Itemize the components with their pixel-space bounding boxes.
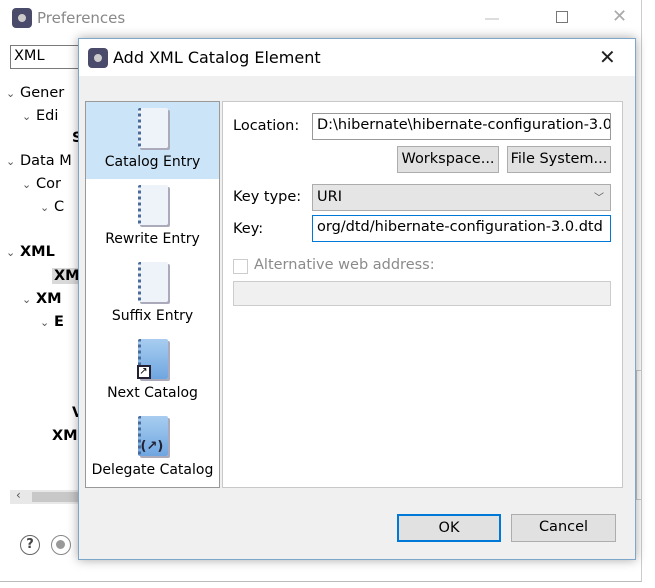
tree-item-label: XM: [36, 291, 62, 307]
tree-item-label: Edi: [36, 108, 59, 124]
chevron-down-icon[interactable]: ⌄: [40, 316, 54, 329]
next-catalog-icon: ↗: [136, 339, 168, 379]
tree-item-label: Data M: [20, 153, 72, 169]
key-type-value: URI: [317, 189, 342, 205]
entry-type-label: Next Catalog: [107, 385, 198, 401]
close-button[interactable]: ✕: [612, 6, 627, 27]
key-type-label: Key type:: [233, 189, 302, 205]
tree-item[interactable]: ⌄ E: [40, 314, 64, 330]
dialog-close-button[interactable]: ✕: [599, 45, 616, 69]
record-icon[interactable]: [51, 535, 71, 555]
chevron-down-icon[interactable]: ⌄: [6, 87, 20, 100]
maximize-button[interactable]: [556, 11, 568, 23]
key-value: org/dtd/hibernate-configuration-3.0.dtd: [317, 219, 603, 235]
catalog-entry-icon: [137, 108, 168, 148]
entry-type-rewrite-entry[interactable]: Rewrite Entry: [86, 179, 219, 256]
tree-item-label: C: [54, 199, 65, 215]
entry-type-suffix-entry[interactable]: Suffix Entry: [86, 256, 219, 333]
alt-web-input[interactable]: [233, 281, 611, 306]
entry-form-panel: Location: D:\hibernate\hibernate-configu…: [222, 101, 623, 488]
entry-type-catalog-entry[interactable]: Catalog Entry: [86, 102, 219, 179]
cancel-button[interactable]: Cancel: [511, 514, 616, 542]
chevron-down-icon[interactable]: ⌄: [6, 246, 20, 259]
tree-item[interactable]: ⌄ Cor: [22, 176, 61, 192]
tree-item[interactable]: ⌄ XML: [6, 244, 55, 260]
tree-item[interactable]: ⌄ Gener: [6, 85, 64, 101]
entry-type-label: Suffix Entry: [111, 308, 194, 324]
chevron-down-icon[interactable]: ⌄: [6, 155, 20, 168]
file-system-button[interactable]: File System...: [507, 146, 611, 173]
entry-type-delegate-catalog[interactable]: (↗) Delegate Catalog: [86, 410, 219, 487]
suffix-entry-icon: [137, 262, 168, 302]
tree-item[interactable]: ⌄ XM: [22, 291, 62, 307]
entry-type-label: Rewrite Entry: [105, 231, 200, 247]
chevron-down-icon[interactable]: ⌄: [22, 293, 36, 306]
help-icon[interactable]: ?: [20, 535, 40, 555]
delegate-catalog-icon: (↗): [137, 416, 168, 456]
location-label: Location:: [233, 118, 300, 134]
key-label: Key:: [233, 221, 264, 237]
eclipse-logo-icon: [88, 48, 108, 68]
entry-type-list: Catalog Entry Rewrite Entry Suffix Entry ↗ N…: [85, 101, 220, 488]
minimize-button[interactable]: [485, 18, 499, 20]
tree-item-label: XM: [54, 268, 80, 284]
tree-item-label: XML: [20, 244, 55, 260]
chevron-down-icon[interactable]: ⌄: [22, 178, 36, 191]
tree-item-label: E: [54, 314, 64, 330]
key-type-select[interactable]: URI ﹀: [312, 184, 611, 211]
chevron-down-icon[interactable]: ⌄: [22, 110, 36, 123]
tree-item-label: Cor: [36, 176, 61, 192]
window-title: Preferences: [37, 9, 126, 27]
tree-item[interactable]: ⌄ C: [40, 199, 64, 215]
alt-web-checkbox[interactable]: [233, 259, 248, 274]
add-xml-catalog-dialog: Add XML Catalog Element ✕ Catalog Entry R…: [78, 38, 636, 560]
entry-type-label: Catalog Entry: [104, 154, 201, 170]
workspace-button[interactable]: Workspace...: [397, 146, 499, 173]
tree-item-label: Gener: [20, 85, 65, 101]
tree-item[interactable]: XM: [52, 428, 78, 444]
chevron-down-icon[interactable]: ⌄: [40, 201, 54, 214]
dialog-title: Add XML Catalog Element: [113, 48, 321, 67]
entry-type-next-catalog[interactable]: ↗ Next Catalog: [86, 333, 219, 410]
background-panel: [636, 370, 642, 500]
tree-item[interactable]: ⌄ Edi: [22, 108, 58, 124]
eclipse-logo-icon: [12, 8, 32, 28]
entry-type-label: Delegate Catalog: [91, 462, 214, 478]
ok-button[interactable]: OK: [397, 514, 501, 542]
alt-web-label: Alternative web address:: [254, 257, 435, 273]
location-input[interactable]: D:\hibernate\hibernate-configuration-3.0: [312, 113, 611, 140]
tree-item-label: XM: [52, 428, 78, 444]
tree-item[interactable]: ⌄ Data M: [6, 153, 72, 169]
dialog-title-bar: Add XML Catalog Element ✕: [79, 39, 635, 76]
chevron-down-icon: ﹀: [594, 193, 604, 204]
key-input[interactable]: org/dtd/hibernate-configuration-3.0.dtd: [312, 215, 611, 242]
rewrite-entry-icon: [137, 185, 168, 225]
